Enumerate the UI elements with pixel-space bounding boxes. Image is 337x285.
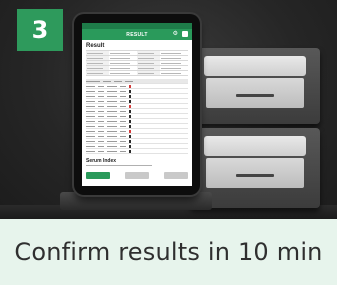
step-number-badge: 3: [17, 9, 63, 51]
serum-index-title: Serum Index: [86, 158, 117, 164]
screen-button-row: [86, 172, 188, 179]
app-header: RESULT ⚙: [82, 29, 192, 40]
tablet-device: RESULT ⚙ Result Serum Index: [74, 14, 200, 195]
drawer-handle: [236, 94, 274, 97]
tablet-screen: RESULT ⚙ Result Serum Index: [82, 23, 192, 186]
serum-index-value: [86, 165, 152, 166]
analyzer-drawer: [206, 78, 304, 108]
home-icon: [182, 31, 188, 37]
analyzer-drawer: [206, 158, 304, 188]
screen-primary-button: [86, 172, 110, 179]
screen-print-button: [125, 172, 149, 179]
caption-text: Confirm results in 10 min: [14, 238, 323, 266]
product-photo: RESULT ⚙ Result Serum Index 3: [0, 0, 337, 219]
caption-banner: Confirm results in 10 min: [0, 219, 337, 285]
feature-card: RESULT ⚙ Result Serum Index 3 Confirm re…: [0, 0, 337, 285]
results-table: [86, 79, 188, 154]
analyzer-unit-top: [190, 48, 320, 124]
screen-page-title: Result: [86, 43, 105, 49]
screen-delete-button: [164, 172, 188, 179]
drawer-handle: [236, 174, 274, 177]
info-cell: [86, 71, 137, 76]
info-cell: [137, 71, 188, 76]
analyzer-lid: [204, 136, 306, 156]
screen-header-title: RESULT: [126, 31, 148, 38]
gear-icon: ⚙: [172, 31, 178, 37]
analyzer-lid: [204, 56, 306, 76]
patient-info-grid: [86, 50, 188, 76]
